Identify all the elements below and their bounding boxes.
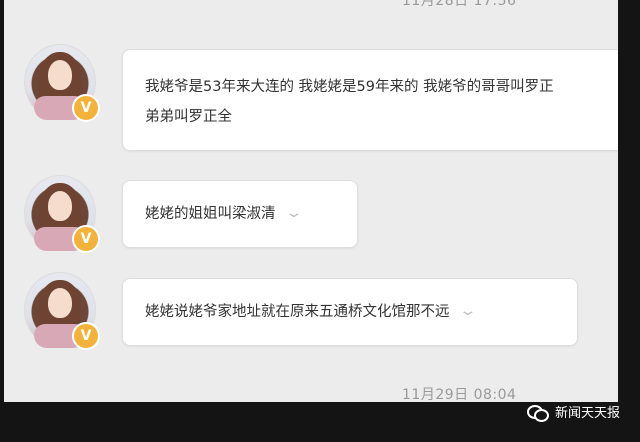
message-text: 姥姥说姥爷家地址就在原来五通桥文化馆那不远	[145, 304, 450, 320]
message-text: 我姥爷是53年来大连的 我姥姥是59年来的 我姥爷的哥哥叫罗正 弟弟叫罗正全	[145, 79, 554, 125]
chevron-down-icon[interactable]: ⌄	[284, 198, 303, 228]
verified-badge-icon: V	[72, 322, 100, 350]
message-bubble[interactable]: 我姥爷是53年来大连的 我姥姥是59年来的 我姥爷的哥哥叫罗正 弟弟叫罗正全	[122, 49, 618, 151]
wechat-icon	[526, 403, 549, 422]
avatar-face	[48, 60, 72, 90]
avatar[interactable]: V	[24, 175, 100, 253]
watermark-text: 新闻天天报	[554, 406, 620, 421]
avatar-face	[48, 191, 72, 221]
verified-badge-icon: V	[72, 94, 100, 122]
chat-screen: 11月28日 17:56 V 我姥爷是53年来大连的 我姥姥是59年来的 我姥爷…	[4, 0, 618, 402]
avatar[interactable]: V	[24, 44, 100, 122]
message-bubble[interactable]: 姥姥的姐姐叫梁淑清 ⌄	[122, 180, 358, 248]
message-text: 姥姥的姐姐叫梁淑清	[145, 206, 276, 222]
chevron-down-icon[interactable]: ⌄	[458, 296, 477, 326]
avatar-face	[48, 288, 72, 318]
message-bubble[interactable]: 姥姥说姥爷家地址就在原来五通桥文化馆那不远 ⌄	[122, 278, 578, 346]
watermark: 新闻天天报	[526, 402, 620, 422]
timestamp-top: 11月28日 17:56	[402, 0, 517, 9]
avatar[interactable]: V	[24, 272, 100, 350]
verified-badge-icon: V	[72, 225, 100, 253]
timestamp-bottom: 11月29日 08:04	[402, 387, 517, 402]
